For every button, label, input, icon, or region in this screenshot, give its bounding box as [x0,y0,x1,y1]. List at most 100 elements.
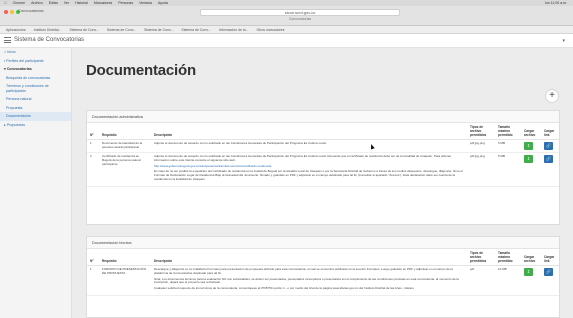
sidebar-item-label: Propuestas [6,122,25,127]
menu-item[interactable]: Editar [49,1,58,5]
row-number: 1 [87,139,99,153]
address-bar[interactable]: sicon.scrd.gov.co [200,9,400,16]
browser-chrome: Convocatorias sicon.scrd.gov.co Convocat… [0,6,573,26]
sidebar-item-propuestas[interactable]: ▸ Propuestas [0,121,71,130]
upload-cell: ↥ [521,152,541,187]
sidebar-item-perfiles[interactable]: ▪ Perfiles del participante [0,57,71,66]
description-extra: Cualquier solicitud respecto de los térm… [154,286,415,291]
bookmark[interactable]: Sistema de Conv... [144,28,173,32]
bookmark[interactable]: Sistema de Conv... [181,28,210,32]
brand: Sistema de Convocatorias [4,37,84,43]
sidebar-item-convocatorias[interactable]: ▾ Convocatorias [0,65,71,74]
column-header: N° [87,249,99,266]
column-header: Descripción [151,123,467,140]
menu-item[interactable]: Archivo [31,1,43,5]
upload-file-button[interactable]: ↥ [524,142,533,150]
menu-item[interactable]: Historial [75,1,88,5]
file-types: pdf [467,265,495,296]
menu-item[interactable]: Ventana [139,1,152,5]
table-row: 2 Certificado de residencia en Bogotá de… [87,152,559,187]
panel-documentacion-administrativa: Documentación administrativa N° Requisit… [86,110,560,225]
requirement-name: Documento de Identidad de la persona nat… [99,139,151,153]
table-header-row: N° Requisito Descripción Tipos de archiv… [87,123,559,140]
column-header: Cargar link [541,123,559,140]
menu-toggle-icon[interactable] [4,37,11,43]
upload-link-button[interactable]: 🔗 [544,155,553,163]
menu-item[interactable]: Marcadores [94,1,112,5]
sidebar-item-inicio[interactable]: ⌂ Inicio [0,48,71,57]
close-window-icon[interactable] [4,10,8,14]
description-text: Adjunte el documento de acuerdo con lo s… [154,154,452,162]
add-button[interactable]: + [545,89,559,103]
bookmark[interactable]: Sistema de Conv... [69,28,98,32]
column-header: Tamaño máximo permitido [495,123,521,140]
sidebar: ⌂ Inicio ▪ Perfiles del participante ▾ C… [0,48,72,318]
bookmark[interactable]: Instituto Distrital... [34,28,62,32]
column-header: Cargar archivo [521,123,541,140]
upload-cell: ↥ [521,265,541,296]
description-text: Descargue y diligencie en su totalidad e… [154,267,453,275]
sidebar-item-propuesta[interactable]: Propuesta [0,104,71,113]
column-header: Cargar link [541,249,559,266]
bookmark[interactable]: Otros marcadores [257,28,285,32]
main-content: Documentación + Documentación administra… [72,48,573,318]
link-cell: 🔗 [541,139,559,153]
description-note: Nota: Los documentos técnicos para la ev… [154,276,459,285]
column-header: Tamaño máximo permitido [495,249,521,266]
bookmark[interactable]: Sistema de Conv... [107,28,136,32]
requirement-name: FORMATO DE PRESENTACIÓN DE PROPUESTA [99,265,151,296]
clock: lun 11:00 a.m. [545,1,567,5]
page-title-text: Convocatorias [288,17,312,21]
menu-item[interactable]: Personas [118,1,133,5]
sidebar-item-label: Convocatorias [6,67,32,71]
minimize-window-icon[interactable] [10,10,14,14]
requirements-table: N° Requisito Descripción Tipos de archiv… [87,249,559,296]
sidebar-item-busqueda[interactable]: Búsqueda de convocatorias [0,74,71,83]
upload-link-button[interactable]: 🔗 [544,142,553,150]
bookmark[interactable]: Aplicaciones [6,28,26,32]
link-cell: 🔗 [541,152,559,187]
upload-file-button[interactable]: ↥ [524,268,533,276]
user-menu-icon[interactable]: ▾ [562,38,565,44]
sidebar-item-terminos[interactable]: Términos y condiciones de participación [0,82,71,95]
residence-link[interactable]: http://www.gobiernobogota.gov.co/transpa… [154,164,464,169]
requirement-description: Adjunte el documento de acuerdo con lo s… [151,139,467,153]
panel-title: Documentación técnica [87,237,559,249]
requirement-description: Descargue y diligencie en su totalidad e… [151,265,467,296]
column-header: Requisito [99,123,151,140]
bookmarks-bar: Aplicaciones Instituto Distrital... Sist… [0,26,573,34]
requirement-description: Adjunte el documento de acuerdo con lo s… [151,152,467,187]
description-extra: En caso de no ser posible la expedición … [154,169,463,181]
max-size: 5 MB [495,139,521,153]
column-header: Tipos de archivo permitidos [467,123,495,140]
table-header-row: N° Requisito Descripción Tipos de archiv… [87,249,559,266]
column-header: Descripción [151,249,467,266]
requirements-table: N° Requisito Descripción Tipos de archiv… [87,123,559,187]
sidebar-item-documentacion[interactable]: Documentación [0,112,71,121]
requirement-name: Certificado de residencia en Bogotá de l… [99,152,151,187]
menu-item[interactable]: Ayuda [158,1,168,5]
menu-item[interactable]: Ver [64,1,69,5]
brand-title[interactable]: Sistema de Convocatorias [14,37,84,43]
upload-file-button[interactable]: ↥ [524,155,533,163]
page-title: Documentación [86,62,196,79]
menu-item[interactable]: Chrome [13,1,25,5]
browser-tab[interactable]: Convocatorias [18,8,44,13]
row-number: 1 [87,265,99,296]
link-cell: 🔗 [541,265,559,296]
apple-icon[interactable]:  [4,1,7,5]
table-row: 1 FORMATO DE PRESENTACIÓN DE PROPUESTA D… [87,265,559,296]
sidebar-item-persona-natural[interactable]: Persona natural [0,95,71,104]
upload-cell: ↥ [521,139,541,153]
file-types: pdf,jpg,png [467,139,495,153]
table-row: 1 Documento de Identidad de la persona n… [87,139,559,153]
upload-link-button[interactable]: 🔗 [544,268,553,276]
column-header: Tipos de archivo permitidos [467,249,495,266]
sidebar-item-label: Inicio [7,50,16,54]
panel-title: Documentación administrativa [87,111,559,123]
file-types: pdf,jpg,png [467,152,495,187]
max-size: 5 MB [495,152,521,187]
column-header: Requisito [99,249,151,266]
bookmark[interactable]: Información de la... [219,28,249,32]
column-header: N° [87,123,99,140]
